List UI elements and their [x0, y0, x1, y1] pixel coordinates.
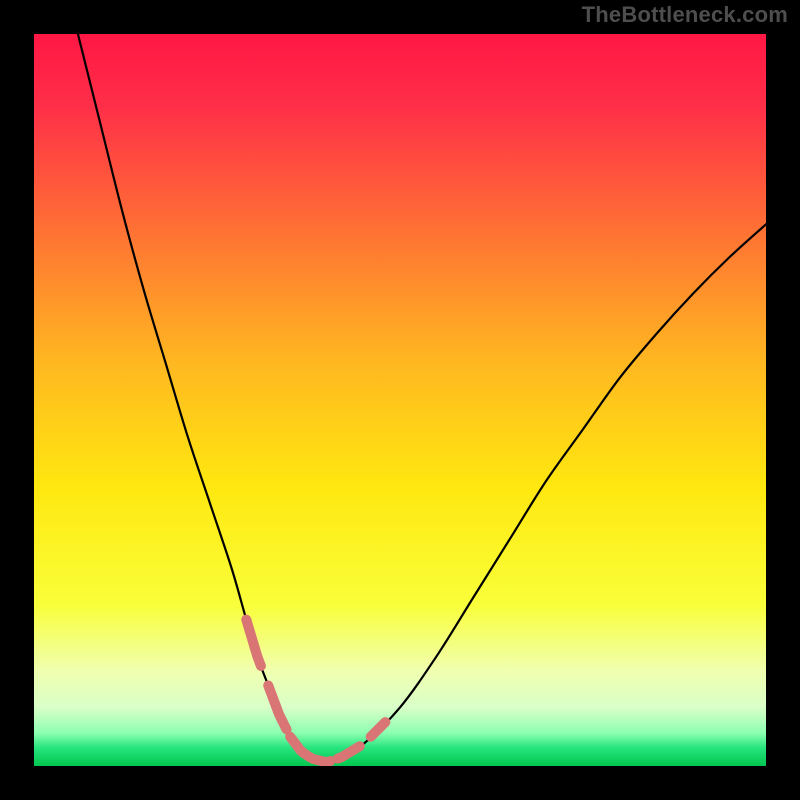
dash-segment: [338, 746, 360, 758]
dash-overlay: [246, 620, 385, 763]
plot-area: [34, 34, 766, 766]
outer-frame: TheBottleneck.com: [0, 0, 800, 800]
dash-segment: [268, 685, 286, 729]
watermark-text: TheBottleneck.com: [582, 2, 788, 28]
curve-layer: [34, 34, 766, 766]
dash-segment: [246, 620, 261, 666]
dash-segment: [371, 722, 386, 737]
dash-segment: [290, 737, 330, 763]
bottleneck-curve: [78, 34, 766, 762]
